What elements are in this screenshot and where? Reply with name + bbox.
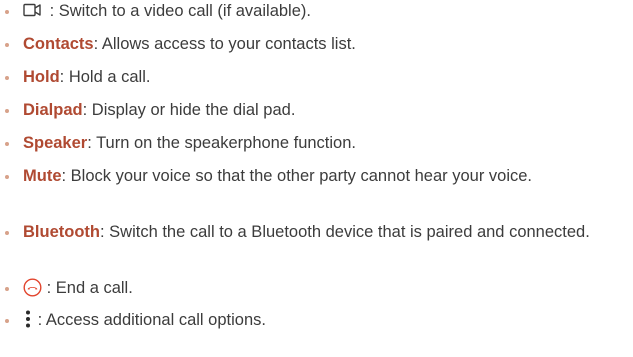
bullet-icon <box>5 43 9 47</box>
description: Access additional call options. <box>45 311 266 329</box>
description: End a call. <box>55 279 133 297</box>
separator: : <box>33 311 46 329</box>
term-label: Mute <box>23 167 62 185</box>
end-call-icon <box>23 278 42 297</box>
description: Turn on the speakerphone function. <box>96 134 356 152</box>
term-label: Speaker <box>23 134 88 152</box>
description: Switch the call to a Bluetooth device th… <box>109 223 590 241</box>
bullet-icon <box>5 319 9 323</box>
separator: : <box>45 2 59 20</box>
separator: : <box>59 68 69 86</box>
description: Allows access to your contacts list. <box>101 35 356 53</box>
separator: : <box>82 101 92 119</box>
description: Block your voice so that the other party… <box>70 167 533 185</box>
list-item-text: Speaker: Turn on the speakerphone functi… <box>23 132 628 155</box>
separator: : <box>61 167 71 185</box>
video-call-icon <box>23 2 45 18</box>
description: Switch to a video call (if available). <box>58 2 311 20</box>
bullet-icon <box>5 175 9 179</box>
term-label: Hold <box>23 68 60 86</box>
description: Display or hide the dial pad. <box>91 101 296 119</box>
list-item-text: Contacts: Allows access to your contacts… <box>23 33 628 56</box>
bullet-icon <box>5 109 9 113</box>
separator: : <box>42 279 56 297</box>
separator: : <box>99 223 110 241</box>
list-item-text: : Access additional call options. <box>23 309 628 332</box>
term-label: Bluetooth <box>23 223 100 241</box>
list-item-text: Dialpad: Display or hide the dial pad. <box>23 99 628 122</box>
list-item-text: Mute: Block your voice so that the other… <box>23 165 628 188</box>
list-item-text: Hold: Hold a call. <box>23 66 628 89</box>
bullet-icon <box>5 287 9 291</box>
bullet-icon <box>5 142 9 146</box>
bullet-icon <box>5 231 9 235</box>
more-options-icon <box>23 309 33 329</box>
list-item-text: : End a call. <box>23 277 628 300</box>
list-item-text: Bluetooth: Switch the call to a Bluetoot… <box>23 221 628 244</box>
list-item-text: : Switch to a video call (if available). <box>23 0 628 23</box>
term-label: Dialpad <box>23 101 83 119</box>
separator: : <box>93 35 102 53</box>
bullet-icon <box>5 10 9 14</box>
separator: : <box>87 134 97 152</box>
term-label: Contacts <box>23 35 94 53</box>
bullet-icon <box>5 76 9 80</box>
call-options-document: : Switch to a video call (if available).… <box>0 0 633 357</box>
description: Hold a call. <box>68 68 151 86</box>
